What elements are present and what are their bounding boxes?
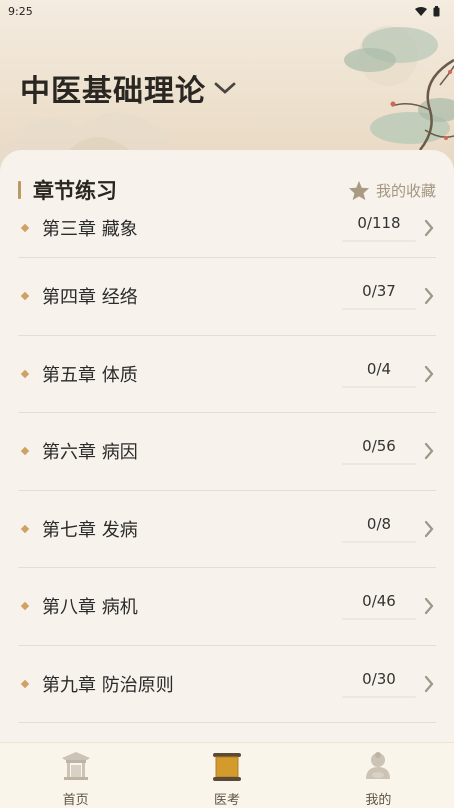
chapter-title: 第五章 体质	[42, 364, 138, 386]
diamond-bullet-icon	[20, 447, 30, 456]
chevron-right-icon	[422, 364, 436, 384]
list-item[interactable]: 第三章 藏象 0/118	[18, 198, 436, 258]
tab-exam[interactable]: 医考	[151, 743, 302, 808]
chapter-progress: 0/37	[362, 282, 396, 301]
wifi-icon	[415, 7, 427, 16]
diamond-bullet-icon	[20, 369, 30, 378]
chevron-down-icon	[214, 82, 236, 94]
progress-underline	[342, 463, 416, 466]
chapter-practice-card: 章节练习 我的收藏 第三章 藏象 0/118 第四章 经络 0/37 第五章 体…	[0, 150, 454, 742]
chevron-right-icon	[422, 441, 436, 461]
chapter-title: 第七章 发病	[42, 519, 138, 541]
chapter-title: 第四章 经络	[42, 287, 138, 309]
progress-underline	[342, 239, 416, 242]
chevron-right-icon	[422, 519, 436, 539]
progress-underline	[342, 308, 416, 311]
progress-underline	[342, 695, 416, 698]
chapter-progress: 0/4	[366, 359, 392, 378]
bottom-tab-bar: 首页 医考 我的	[0, 742, 454, 808]
diamond-bullet-icon	[20, 679, 30, 688]
chapter-title: 第三章 藏象	[42, 218, 138, 240]
diamond-bullet-icon	[20, 524, 30, 533]
list-item[interactable]: 第五章 体质 0/4	[18, 336, 436, 413]
status-bar: 9:25	[0, 0, 454, 22]
tab-home[interactable]: 首页	[0, 743, 151, 808]
section-accent-bar	[18, 181, 21, 199]
list-item[interactable]: 第七章 发病 0/8	[18, 491, 436, 568]
chapter-title: 第九章 防治原则	[42, 674, 174, 696]
list-item[interactable]: 第八章 病机 0/46	[18, 568, 436, 646]
status-time: 9:25	[8, 4, 33, 18]
chevron-right-icon	[422, 674, 436, 694]
chapter-progress: 0/46	[362, 592, 396, 611]
buddha-icon	[360, 749, 396, 783]
chapter-progress: 0/30	[362, 669, 396, 688]
tab-profile[interactable]: 我的	[303, 743, 454, 808]
chapter-list: 第三章 藏象 0/118 第四章 经络 0/37 第五章 体质 0/4 第六章 …	[18, 198, 436, 723]
diamond-bullet-icon	[20, 292, 30, 301]
subject-selector[interactable]: 中医基础理论	[20, 66, 236, 110]
chapter-progress: 0/8	[366, 514, 392, 533]
list-item[interactable]: 第四章 经络 0/37	[18, 258, 436, 336]
pavilion-icon	[58, 749, 94, 783]
chevron-right-icon	[422, 286, 436, 306]
progress-underline	[342, 618, 416, 621]
diamond-bullet-icon	[20, 602, 30, 611]
list-item[interactable]: 第六章 病因 0/56	[18, 413, 436, 491]
chapter-progress: 0/118	[357, 213, 401, 232]
chevron-right-icon	[422, 596, 436, 616]
battery-icon	[433, 5, 440, 16]
progress-underline	[342, 385, 416, 388]
chapter-title: 第八章 病机	[42, 597, 138, 619]
tab-label: 首页	[62, 793, 89, 808]
progress-underline	[342, 540, 416, 543]
chapter-progress: 0/56	[362, 437, 396, 456]
diamond-bullet-icon	[20, 223, 30, 232]
tab-label: 我的	[365, 793, 392, 808]
chapter-title: 第六章 病因	[42, 442, 138, 464]
list-item[interactable]: 第九章 防治原则 0/30	[18, 646, 436, 723]
page-title: 中医基础理论	[20, 74, 206, 109]
chevron-right-icon	[422, 218, 436, 238]
scroll-icon	[209, 749, 245, 783]
tab-label: 医考	[213, 793, 240, 808]
